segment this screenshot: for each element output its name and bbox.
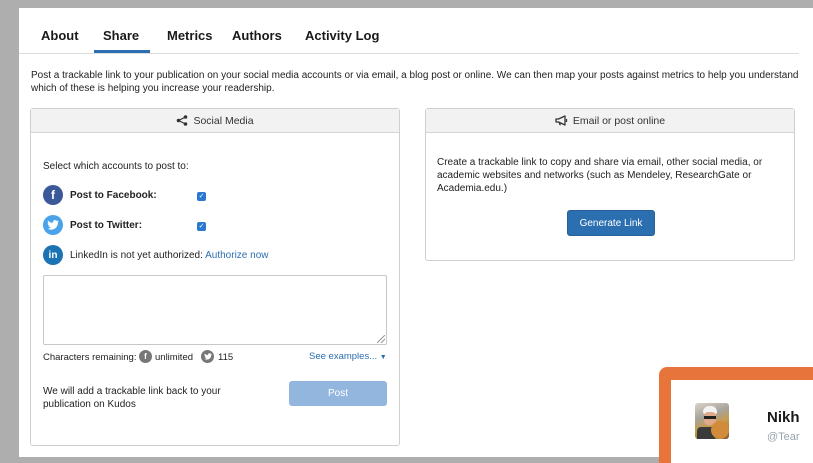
post-to-facebook-label: Post to Facebook: [70, 190, 157, 201]
twitter-small-icon [201, 350, 214, 363]
facebook-icon: f [43, 185, 63, 205]
twitter-remaining-count: 115 [218, 352, 234, 363]
tab-activity-log[interactable]: Activity Log [305, 28, 379, 43]
active-tab-indicator [94, 50, 150, 53]
twitter-checkbox[interactable]: ✓ [197, 222, 206, 231]
email-panel: Email or post online Create a trackable … [425, 108, 795, 261]
see-examples-link[interactable]: See examples... ▼ [309, 351, 387, 362]
facebook-small-icon: f [139, 350, 152, 363]
email-title: Email or post online [572, 114, 666, 127]
email-header: Email or post online [426, 109, 794, 133]
select-accounts-label: Select which accounts to post to: [43, 161, 189, 172]
see-examples-text: See examples... [309, 351, 378, 362]
linkedin-icon: in [43, 245, 63, 265]
post-to-twitter-label: Post to Twitter: [70, 220, 143, 231]
tab-share[interactable]: Share [103, 28, 139, 43]
tab-metrics[interactable]: Metrics [167, 28, 213, 43]
facebook-checkbox[interactable]: ✓ [197, 192, 206, 201]
megaphone-icon [555, 115, 568, 126]
tweet-user-name: Nikh [767, 409, 800, 426]
tab-authors[interactable]: Authors [232, 28, 282, 43]
chevron-down-icon: ▼ [379, 354, 387, 361]
social-media-title: Social Media [193, 114, 254, 127]
facebook-remaining-count: unlimited [155, 352, 194, 363]
resize-handle[interactable] [377, 335, 385, 343]
linkedin-status: LinkedIn is not yet authorized: Authoriz… [70, 250, 268, 261]
tweet-user-handle: @Tear [767, 431, 800, 443]
message-textarea[interactable] [43, 275, 387, 345]
email-description: Create a trackable link to copy and shar… [437, 157, 763, 194]
tab-about[interactable]: About [41, 28, 79, 43]
linkedin-status-text: LinkedIn is not yet authorized: [70, 250, 203, 261]
social-media-header: Social Media [31, 109, 399, 133]
post-button[interactable]: Post [289, 381, 387, 406]
characters-remaining-label: Characters remaining: [43, 352, 137, 363]
authorize-now-link[interactable]: Authorize now [205, 250, 268, 261]
share-icon [177, 115, 188, 126]
avatar [695, 403, 729, 439]
tab-bar: About Share Metrics Authors Activity Log [19, 8, 799, 54]
generate-link-button[interactable]: Generate Link [567, 210, 655, 236]
trackable-link-note: We will add a trackable link back to you… [43, 386, 221, 410]
intro-text: Post a trackable link to your publicatio… [31, 70, 799, 94]
social-media-panel: Social Media Select which accounts to po… [30, 108, 400, 446]
twitter-icon [43, 215, 63, 235]
